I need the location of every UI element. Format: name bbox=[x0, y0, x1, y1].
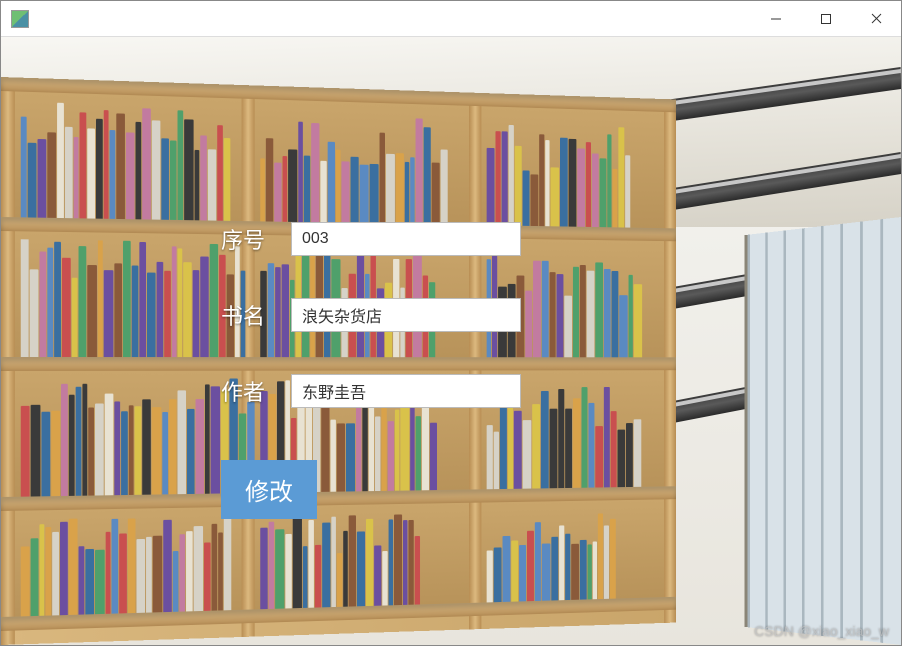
watermark-text: CSDN @xiao_xiao_w bbox=[754, 623, 889, 639]
form-row-name: 书名 bbox=[221, 298, 601, 332]
name-label: 书名 bbox=[221, 299, 291, 331]
app-icon bbox=[11, 10, 29, 28]
content-area: 序号 书名 作者 修改 CSDN @xiao_xiao_w bbox=[1, 37, 901, 645]
close-button[interactable] bbox=[851, 1, 901, 37]
name-input[interactable] bbox=[291, 298, 521, 332]
app-window: 序号 书名 作者 修改 CSDN @xiao_xiao_w bbox=[0, 0, 902, 646]
titlebar bbox=[1, 1, 901, 37]
form-row-author: 作者 bbox=[221, 374, 601, 408]
edit-form: 序号 书名 作者 修改 bbox=[221, 222, 601, 519]
submit-button[interactable]: 修改 bbox=[221, 460, 317, 519]
id-label: 序号 bbox=[221, 223, 291, 255]
author-input[interactable] bbox=[291, 374, 521, 408]
maximize-button[interactable] bbox=[801, 1, 851, 37]
id-input[interactable] bbox=[291, 222, 521, 256]
author-label: 作者 bbox=[221, 375, 291, 407]
form-row-id: 序号 bbox=[221, 222, 601, 256]
minimize-button[interactable] bbox=[751, 1, 801, 37]
